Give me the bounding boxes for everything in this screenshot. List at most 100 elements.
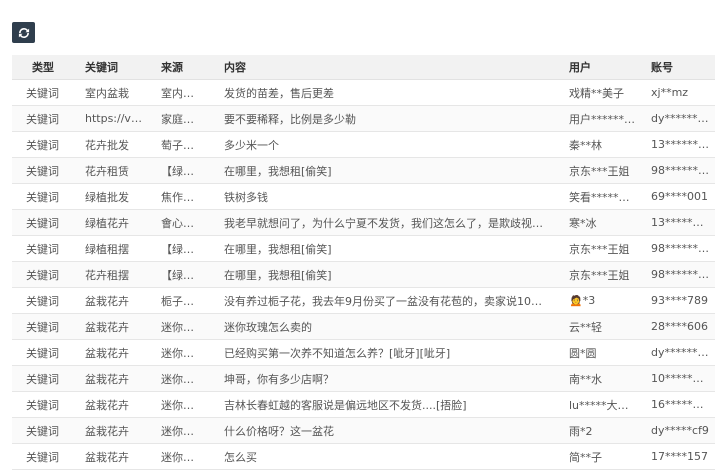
cell-keyword: 花卉批发: [77, 131, 153, 158]
cell-type: 关键词: [12, 79, 77, 106]
cell-keyword: 室内盆栽: [77, 79, 153, 106]
cell-account: 17****157: [643, 443, 715, 470]
table-header-row: 类型 关键词 来源 内容 用户 账号: [12, 55, 715, 80]
table-row[interactable]: 关键词 盆栽花卉 迷你… 怎么买 简**子 17****157: [12, 443, 715, 470]
cell-account: 69****001: [643, 183, 715, 210]
refresh-button[interactable]: [12, 22, 35, 43]
table-row[interactable]: 关键词 盆栽花卉 迷你… 吉林长春虹越的客服说是偏远地区不发货....[捂脸] lu**…: [12, 391, 715, 418]
cell-user: lu*****大…: [561, 391, 643, 418]
cell-source: 栀子…: [153, 287, 216, 314]
column-header-type[interactable]: 类型: [12, 55, 77, 80]
cell-type: 关键词: [12, 131, 77, 158]
cell-type: 关键词: [12, 417, 77, 444]
cell-keyword: 盆栽花卉: [77, 313, 153, 340]
cell-type: 关键词: [12, 183, 77, 210]
cell-source: 迷你…: [153, 365, 216, 392]
table-row[interactable]: 关键词 花卉租摆 【绿… 在哪里，我想租[偷笑] 京东***王姐 98******888: [12, 261, 715, 288]
cell-type: 关键词: [12, 391, 77, 418]
cell-user: 南**水: [561, 365, 643, 392]
cell-source: 【绿…: [153, 157, 216, 184]
cell-keyword: 绿植花卉: [77, 209, 153, 236]
cell-type: 关键词: [12, 365, 77, 392]
cell-account: dy******eid: [643, 105, 715, 132]
cell-source: 萄子…: [153, 131, 216, 158]
cell-keyword: 盆栽花卉: [77, 365, 153, 392]
cell-source: 焦作…: [153, 183, 216, 210]
cell-source: 迷你…: [153, 391, 216, 418]
cell-account: 16*****638: [643, 391, 715, 418]
table-row[interactable]: 关键词 绿植租摆 【绿… 在哪里，我想租[偷笑] 京东***王姐 98******888: [12, 235, 715, 262]
cell-user: 圆*圆: [561, 339, 643, 366]
cell-type: 关键词: [12, 287, 77, 314]
cell-keyword: 绿植批发: [77, 183, 153, 210]
cell-keyword: https://v…: [77, 105, 153, 132]
column-header-source[interactable]: 来源: [153, 55, 216, 80]
cell-content: 在哪里，我想租[偷笑]: [216, 235, 561, 262]
cell-keyword: 盆栽花卉: [77, 339, 153, 366]
cell-content: 要不要稀释，比例是多少勒: [216, 105, 561, 132]
cell-source: 迷你…: [153, 339, 216, 366]
cell-user: 秦**林: [561, 131, 643, 158]
cell-type: 关键词: [12, 105, 77, 132]
table-row[interactable]: 关键词 https://v… 家庭… 要不要稀释，比例是多少勒 用户*******… dy…: [12, 105, 715, 132]
cell-keyword: 绿植租摆: [77, 235, 153, 262]
cell-source: 【绿…: [153, 235, 216, 262]
cell-user: 京东***王姐: [561, 235, 643, 262]
cell-account: 13*******lo…: [643, 131, 715, 158]
cell-content: 怎么买: [216, 443, 561, 470]
data-table: 类型 关键词 来源 内容 用户 账号 关键词 室内盆栽 室内… 发货的苗差，售后更差戏…: [12, 55, 715, 470]
cell-user: 戏精**美子: [561, 79, 643, 106]
table-row[interactable]: 关键词 盆栽花卉 迷你… 迷你玫瑰怎么卖的 云**轻 28****606: [12, 313, 715, 340]
table-row[interactable]: 关键词 盆栽花卉 栀子… 没有养过栀子花，我去年9月份买了一盆没有花苞的，卖家说10……: [12, 287, 715, 314]
cell-user: 雨*2: [561, 417, 643, 444]
cell-content: 迷你玫瑰怎么卖的: [216, 313, 561, 340]
table-row[interactable]: 关键词花卉批发萄子…多少米一个秦**林13*******lo…: [12, 131, 715, 158]
cell-type: 关键词: [12, 313, 77, 340]
cell-user: 简**子: [561, 443, 643, 470]
cell-keyword: 盆栽花卉: [77, 287, 153, 314]
cell-type: 关键词: [12, 235, 77, 262]
cell-user: 京东***王姐: [561, 157, 643, 184]
table-row[interactable]: 关键词 盆栽花卉 迷你… 坤哥，你有多少店啊？ 南**水 10*****66w: [12, 365, 715, 392]
cell-user: 笑看*****…: [561, 183, 643, 210]
table-row[interactable]: 关键词 绿植花卉 會心… 我老早就想问了，为什么宁夏不发货，我们这怎么了，是欺歧视… 寒…: [12, 209, 715, 236]
cell-content: 已经购买第一次养不知道怎么养？[呲牙][呲牙]: [216, 339, 561, 366]
column-header-user[interactable]: 用户: [561, 55, 643, 80]
column-header-keyword[interactable]: 关键词: [77, 55, 153, 80]
cell-user: 用户*******…: [561, 105, 643, 132]
cell-content: 吉林长春虹越的客服说是偏远地区不发货....[捂脸]: [216, 391, 561, 418]
table-body: 关键词 室内盆栽 室内… 发货的苗差，售后更差 戏精**美子 xj**mz 关键词 https…: [12, 79, 715, 470]
cell-user: 🙍*3: [561, 287, 643, 314]
cell-account: dy******8lp: [643, 339, 715, 366]
cell-source: 迷你…: [153, 443, 216, 470]
cell-content: 铁树多钱: [216, 183, 561, 210]
table-row[interactable]: 关键词 绿植批发 焦作… 铁树多钱 笑看*****… 69****001: [12, 183, 715, 210]
cell-account: 98******888: [643, 157, 715, 184]
cell-source: 家庭…: [153, 105, 216, 132]
cell-type: 关键词: [12, 443, 77, 470]
cell-source: 會心…: [153, 209, 216, 236]
cell-account: xj**mz: [643, 79, 715, 106]
table-row[interactable]: 关键词 盆栽花卉 迷你… 已经购买第一次养不知道怎么养？[呲牙][呲牙] 圆*圆 dy**…: [12, 339, 715, 366]
cell-content: 什么价格呀？这一盆花: [216, 417, 561, 444]
cell-content: 在哪里，我想租[偷笑]: [216, 157, 561, 184]
table-row[interactable]: 关键词 花卉租赁 【绿… 在哪里，我想租[偷笑] 京东***王姐 98******888: [12, 157, 715, 184]
cell-type: 关键词: [12, 209, 77, 236]
cell-content: 我老早就想问了，为什么宁夏不发货，我们这怎么了，是欺歧视…: [216, 209, 561, 236]
cell-type: 关键词: [12, 261, 77, 288]
table-row[interactable]: 关键词 室内盆栽 室内… 发货的苗差，售后更差 戏精**美子 xj**mz: [12, 79, 715, 106]
cell-content: 多少米一个: [216, 131, 561, 158]
cell-content: 没有养过栀子花，我去年9月份买了一盆没有花苞的，卖家说10…: [216, 287, 561, 314]
cell-content: 坤哥，你有多少店啊？: [216, 365, 561, 392]
cell-user: 云**轻: [561, 313, 643, 340]
cell-keyword: 盆栽花卉: [77, 417, 153, 444]
cell-account: 10*****66w: [643, 365, 715, 392]
cell-account: 98******888: [643, 235, 715, 262]
table-row[interactable]: 关键词 盆栽花卉 迷你… 什么价格呀？这一盆花 雨*2 dy*****cf9: [12, 417, 715, 444]
cell-account: 93****789: [643, 287, 715, 314]
column-header-account[interactable]: 账号: [643, 55, 715, 80]
cell-account: 28****606: [643, 313, 715, 340]
cell-content: 在哪里，我想租[偷笑]: [216, 261, 561, 288]
cell-source: 迷你…: [153, 417, 216, 444]
column-header-content[interactable]: 内容: [216, 55, 561, 80]
